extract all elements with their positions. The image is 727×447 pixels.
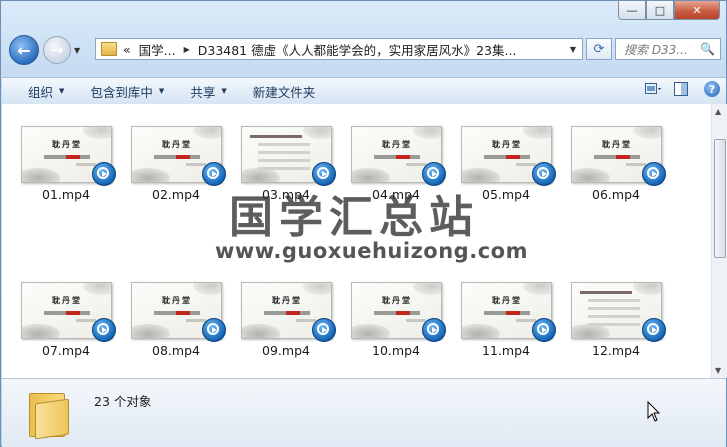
thumbnail-brand: 耽丹堂 — [162, 295, 192, 305]
scrollbar-thumb[interactable] — [714, 139, 726, 258]
details-pane: 23 个对象 — [2, 378, 726, 447]
media-player-icon — [312, 318, 336, 342]
breadcrumb-separator-icon[interactable]: ▶ — [184, 45, 190, 54]
media-player-icon — [532, 162, 556, 186]
watermark-title: 国学汇总站 — [229, 192, 479, 243]
search-input[interactable]: 搜索 D33... — [624, 41, 688, 58]
thumbnail-brand: 耽丹堂 — [52, 295, 82, 305]
preview-pane-button[interactable] — [672, 81, 690, 97]
file-item[interactable]: 耽丹堂 02.mp4 — [128, 126, 226, 216]
search-box[interactable]: 搜索 D33... 🔍 — [615, 38, 721, 60]
file-name: 01.mp4 — [42, 187, 90, 202]
media-player-icon — [642, 318, 666, 342]
folder-icon — [101, 42, 117, 56]
file-name: 06.mp4 — [592, 187, 640, 202]
maximize-button[interactable]: □ — [646, 1, 674, 20]
refresh-button[interactable]: ⟳ — [586, 38, 612, 60]
file-item[interactable]: 耽丹堂 10.mp4 — [348, 282, 446, 372]
file-item[interactable]: 耽丹堂 11.mp4 — [458, 282, 556, 372]
preview-pane-icon — [674, 82, 688, 96]
file-item[interactable]: 12.mp4 — [568, 282, 666, 372]
caption-buttons: — □ ✕ — [618, 1, 720, 20]
help-button[interactable]: ? — [704, 81, 720, 97]
new-folder-label: 新建文件夹 — [252, 84, 316, 100]
file-name: 12.mp4 — [592, 343, 640, 358]
command-bar: 组织 ▼ 包含到库中 ▼ 共享 ▼ 新建文件夹 ? — [2, 77, 726, 105]
thumbnail-brand: 耽丹堂 — [602, 139, 632, 149]
close-button[interactable]: ✕ — [674, 1, 720, 20]
media-player-icon — [92, 318, 116, 342]
thumbnail-brand: 耽丹堂 — [492, 295, 522, 305]
explorer-window: — □ ✕ ← → ▼ « 国学... ▶ D33481 德虚《人人都能学会的，… — [0, 0, 727, 447]
folder-icon — [29, 389, 69, 440]
minimize-button[interactable]: — — [618, 1, 646, 20]
file-item[interactable]: 耽丹堂 09.mp4 — [238, 282, 336, 372]
media-player-icon — [92, 162, 116, 186]
thumbnail-brand: 耽丹堂 — [272, 295, 302, 305]
breadcrumb-item-parent[interactable]: 国学... — [139, 40, 176, 59]
thumbnail-brand: 耽丹堂 — [162, 139, 192, 149]
arrow-left-icon: ← — [17, 40, 31, 60]
chevron-down-icon: ▼ — [59, 87, 65, 95]
thumbnail-brand: 耽丹堂 — [382, 139, 412, 149]
file-name: 10.mp4 — [372, 343, 420, 358]
view-controls: ? — [634, 81, 720, 97]
media-player-icon — [532, 318, 556, 342]
recent-pages-dropdown[interactable]: ▼ — [74, 46, 80, 55]
file-name: 07.mp4 — [42, 343, 90, 358]
chevron-down-icon: ▼ — [158, 87, 165, 95]
watermark-url: www.guoxuehuizong.com — [215, 239, 528, 263]
help-icon: ? — [708, 82, 716, 96]
thumbnail-brand: 耽丹堂 — [492, 139, 522, 149]
file-name: 11.mp4 — [482, 343, 530, 358]
organize-menu[interactable]: 组织 ▼ — [28, 82, 64, 101]
scroll-up-icon[interactable]: ▲ — [715, 107, 721, 116]
refresh-icon: ⟳ — [593, 41, 605, 57]
back-button[interactable]: ← — [9, 35, 39, 65]
chevron-down-icon: ▼ — [221, 87, 227, 95]
media-player-icon — [202, 318, 226, 342]
new-folder-button[interactable]: 新建文件夹 — [253, 82, 316, 101]
vertical-scrollbar[interactable]: ▲ ▼ — [711, 104, 727, 378]
breadcrumb-overflow[interactable]: « — [123, 42, 131, 57]
file-item[interactable]: 耽丹堂 08.mp4 — [128, 282, 226, 372]
breadcrumb-item-current[interactable]: D33481 德虚《人人都能学会的，实用家居风水》23集... — [198, 40, 517, 59]
search-icon[interactable]: 🔍 — [700, 42, 715, 56]
mouse-cursor-icon — [647, 401, 661, 422]
media-player-icon — [422, 318, 446, 342]
arrow-right-icon: → — [50, 41, 64, 59]
thumbnail-brand: 耽丹堂 — [382, 295, 412, 305]
share-label: 共享 — [190, 84, 216, 100]
share-menu[interactable]: 共享 ▼ — [190, 82, 226, 101]
include-in-library-label: 包含到库中 — [90, 84, 153, 100]
file-name: 02.mp4 — [152, 187, 200, 202]
address-bar[interactable]: « 国学... ▶ D33481 德虚《人人都能学会的，实用家居风水》23集..… — [95, 38, 583, 60]
file-name: 09.mp4 — [262, 343, 310, 358]
scroll-down-icon[interactable]: ▼ — [715, 366, 721, 375]
organize-label: 组织 — [28, 84, 54, 100]
nav-buttons: ← → ▼ — [9, 35, 80, 65]
media-player-icon — [202, 162, 226, 186]
media-player-icon — [642, 162, 666, 186]
view-icon — [645, 83, 661, 94]
file-item[interactable]: 耽丹堂 01.mp4 — [18, 126, 116, 216]
file-name: 08.mp4 — [152, 343, 200, 358]
change-view-button[interactable] — [644, 81, 662, 97]
file-item[interactable]: 耽丹堂 07.mp4 — [18, 282, 116, 372]
address-dropdown[interactable]: ▼ — [570, 45, 576, 54]
file-item[interactable]: 耽丹堂 06.mp4 — [568, 126, 666, 216]
forward-button[interactable]: → — [43, 36, 71, 64]
include-in-library-menu[interactable]: 包含到库中 ▼ — [90, 82, 164, 101]
thumbnail-brand: 耽丹堂 — [52, 139, 82, 149]
item-count: 23 个对象 — [94, 394, 152, 409]
